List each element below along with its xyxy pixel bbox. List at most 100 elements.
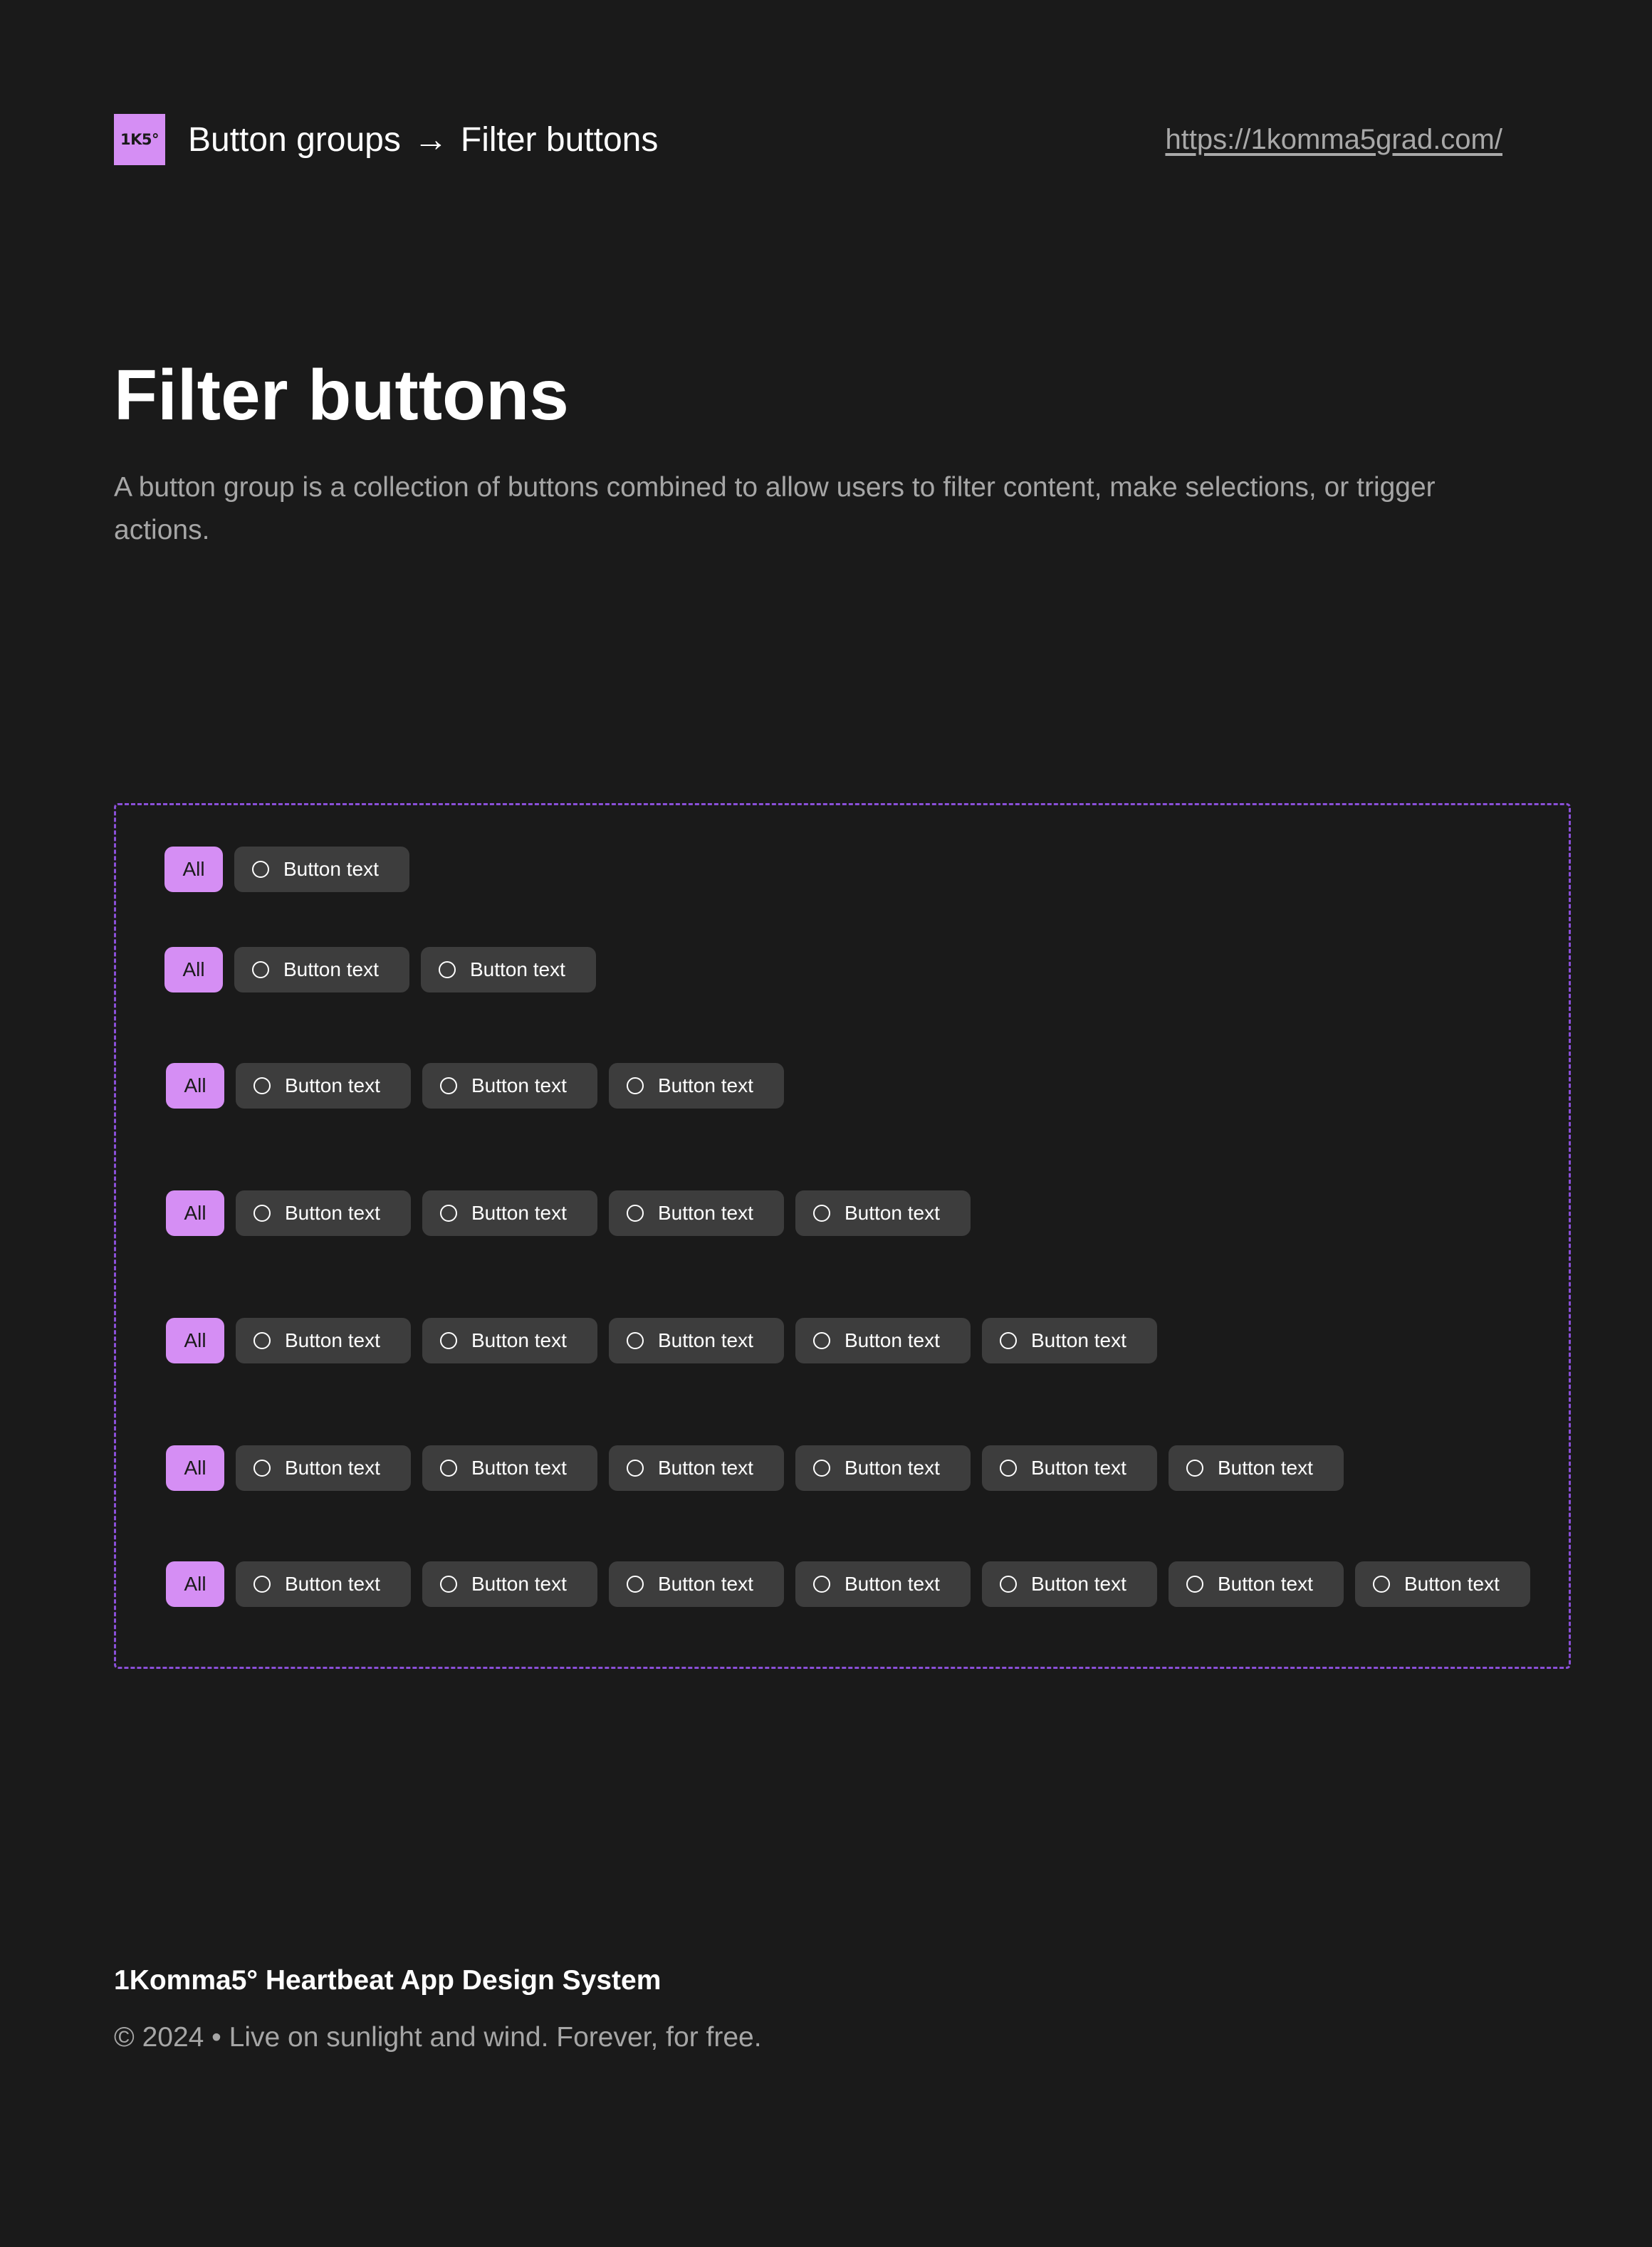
radio-circle-icon (1000, 1460, 1017, 1477)
filter-all-button[interactable]: All (166, 1318, 224, 1363)
footer-copyright: © 2024 • Live on sunlight and wind. Fore… (114, 2022, 762, 2053)
filter-option-button[interactable]: Button text (236, 1063, 411, 1109)
filter-all-button[interactable]: All (166, 1063, 224, 1109)
radio-circle-icon (253, 1077, 271, 1094)
breadcrumb-parent[interactable]: Button groups (188, 120, 401, 159)
radio-circle-icon (813, 1576, 830, 1593)
filter-option-label: Button text (845, 1202, 940, 1224)
filter-option-label: Button text (470, 958, 565, 980)
filter-option-label: Button text (1218, 1457, 1313, 1479)
filter-all-button[interactable]: All (166, 1561, 224, 1607)
filter-option-button[interactable]: Button text (236, 1318, 411, 1363)
breadcrumb-current: Filter buttons (460, 120, 659, 159)
filter-option-label: Button text (285, 1074, 380, 1096)
filter-all-button[interactable]: All (164, 947, 223, 992)
filter-button-group: All Button text Button text Button text (166, 1063, 784, 1109)
radio-circle-icon (627, 1077, 644, 1094)
radio-circle-icon (813, 1332, 830, 1349)
radio-circle-icon (439, 961, 456, 978)
filter-option-button[interactable]: Button text (609, 1190, 784, 1236)
radio-circle-icon (253, 1576, 271, 1593)
filter-option-label: Button text (283, 958, 379, 980)
filter-option-label: Button text (658, 1074, 753, 1096)
filter-option-button[interactable]: Button text (795, 1445, 971, 1491)
filter-option-label: Button text (1031, 1573, 1126, 1595)
filter-button-group: All Button text Button text Button text Butt… (166, 1190, 971, 1236)
filter-option-button[interactable]: Button text (422, 1561, 597, 1607)
filter-option-button[interactable]: Button text (982, 1318, 1157, 1363)
radio-circle-icon (1186, 1576, 1203, 1593)
filter-option-button[interactable]: Button text (234, 847, 409, 892)
page-header: 1K5° Button groups → Filter buttons http… (114, 114, 1538, 165)
filter-option-button[interactable]: Button text (236, 1190, 411, 1236)
radio-circle-icon (1373, 1576, 1390, 1593)
filter-option-label: Button text (285, 1573, 380, 1595)
filter-option-label: Button text (658, 1457, 753, 1479)
filter-option-label: Button text (471, 1074, 567, 1096)
radio-circle-icon (440, 1077, 457, 1094)
filter-option-label: Button text (471, 1457, 567, 1479)
radio-circle-icon (253, 1205, 271, 1222)
filter-option-button[interactable]: Button text (422, 1190, 597, 1236)
filter-option-button[interactable]: Button text (422, 1318, 597, 1363)
radio-circle-icon (627, 1205, 644, 1222)
filter-option-label: Button text (1218, 1573, 1313, 1595)
filter-option-label: Button text (845, 1457, 940, 1479)
radio-circle-icon (1186, 1460, 1203, 1477)
page-title: Filter buttons (114, 355, 569, 435)
radio-circle-icon (440, 1460, 457, 1477)
radio-circle-icon (252, 961, 269, 978)
filter-option-label: Button text (285, 1202, 380, 1224)
filter-option-label: Button text (471, 1329, 567, 1351)
page-description: A button group is a collection of button… (114, 472, 1436, 545)
filter-all-button[interactable]: All (166, 1190, 224, 1236)
radio-circle-icon (253, 1460, 271, 1477)
filter-button-group: All Button text (164, 847, 409, 892)
filter-option-button[interactable]: Button text (982, 1445, 1157, 1491)
brand-logo: 1K5° (114, 114, 165, 165)
radio-circle-icon (1000, 1332, 1017, 1349)
radio-circle-icon (813, 1460, 830, 1477)
filter-option-button[interactable]: Button text (421, 947, 596, 992)
filter-option-button[interactable]: Button text (982, 1561, 1157, 1607)
radio-circle-icon (813, 1205, 830, 1222)
radio-circle-icon (440, 1332, 457, 1349)
filter-option-button[interactable]: Button text (422, 1445, 597, 1491)
filter-option-label: Button text (658, 1573, 753, 1595)
filter-option-label: Button text (285, 1329, 380, 1351)
filter-option-button[interactable]: Button text (795, 1561, 971, 1607)
filter-option-button[interactable]: Button text (1169, 1445, 1344, 1491)
filter-option-label: Button text (845, 1329, 940, 1351)
site-link[interactable]: https://1komma5grad.com/ (1165, 114, 1502, 165)
filter-option-button[interactable]: Button text (609, 1318, 784, 1363)
filter-option-button[interactable]: Button text (234, 947, 409, 992)
filter-option-button[interactable]: Button text (609, 1561, 784, 1607)
footer-title: 1Komma5° Heartbeat App Design System (114, 1965, 662, 1996)
radio-circle-icon (1000, 1576, 1017, 1593)
filter-option-button[interactable]: Button text (422, 1063, 597, 1109)
filter-option-label: Button text (471, 1202, 567, 1224)
filter-option-button[interactable]: Button text (795, 1318, 971, 1363)
filter-option-label: Button text (283, 858, 379, 880)
radio-circle-icon (627, 1460, 644, 1477)
filter-option-label: Button text (658, 1202, 753, 1224)
filter-option-label: Button text (658, 1329, 753, 1351)
filter-all-button[interactable]: All (166, 1445, 224, 1491)
filter-option-button[interactable]: Button text (1355, 1561, 1530, 1607)
filter-all-button[interactable]: All (164, 847, 223, 892)
filter-option-button[interactable]: Button text (1169, 1561, 1344, 1607)
arrow-right-icon: → (413, 120, 448, 159)
filter-option-label: Button text (1404, 1573, 1500, 1595)
radio-circle-icon (627, 1332, 644, 1349)
filter-option-button[interactable]: Button text (609, 1063, 784, 1109)
filter-button-group: All Button text Button text (164, 947, 596, 992)
filter-option-button[interactable]: Button text (236, 1561, 411, 1607)
filter-button-group: All Button text Button text Button text Butt… (166, 1561, 1530, 1607)
filter-option-label: Button text (1031, 1457, 1126, 1479)
filter-option-label: Button text (845, 1573, 940, 1595)
filter-option-label: Button text (471, 1573, 567, 1595)
breadcrumb: Button groups → Filter buttons (188, 114, 658, 165)
filter-option-button[interactable]: Button text (609, 1445, 784, 1491)
filter-option-button[interactable]: Button text (795, 1190, 971, 1236)
filter-option-button[interactable]: Button text (236, 1445, 411, 1491)
